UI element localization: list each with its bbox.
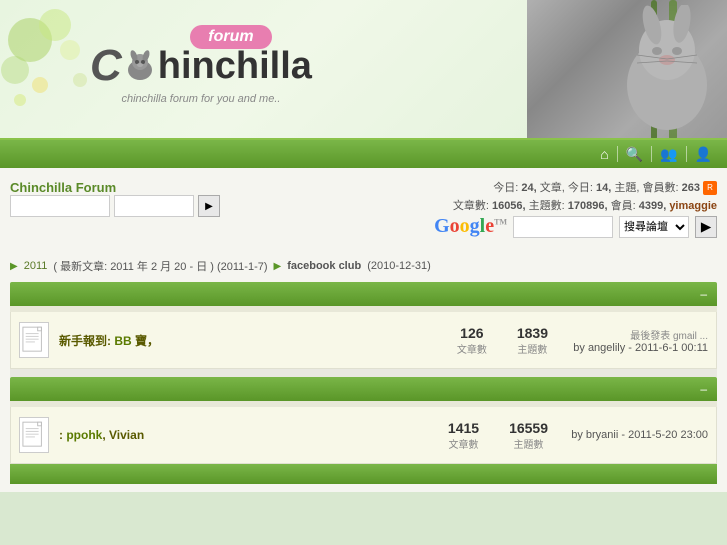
section-dash-2: –	[700, 382, 707, 396]
doc-icon-svg-1	[22, 325, 46, 357]
rss-icon[interactable]: R	[703, 181, 717, 195]
stat-topics-1: 1839 主題數	[517, 325, 548, 356]
doc-icon-svg-2	[22, 420, 46, 452]
stat-posts-num-1: 126	[457, 325, 487, 341]
logo-subtitle: chinchilla forum for you and me..	[121, 93, 280, 105]
section-header-2: –	[10, 377, 717, 401]
stat-topics-num-1: 1839	[517, 325, 548, 341]
section-dash-1: –	[700, 287, 707, 301]
nav-divider-2	[651, 146, 652, 162]
breadcrumb-arrow-2: ▶	[274, 261, 282, 272]
section-spacer	[10, 369, 717, 377]
last-post-info-1: by angelily - 2011-6-1 00:11	[558, 342, 708, 354]
logo-c: C	[90, 41, 122, 91]
search-input-1[interactable]	[10, 195, 110, 217]
last-post-label-1: 最後發表 gmail ...	[558, 327, 708, 342]
stats-area: 今日: 24, 文章, 今日: 14, 主題, 會員數: 263 R 文章數: …	[434, 180, 717, 215]
stats-text-1: 今日: 24, 文章, 今日: 14, 主題, 會員數: 263	[493, 182, 700, 194]
breadcrumb-year-link[interactable]: 2011	[24, 260, 48, 272]
stat-topics-label-1: 主題數	[517, 345, 547, 356]
site-header: forum C hinchilla chinchilla forum for y…	[0, 0, 727, 140]
rabbit-svg	[592, 5, 722, 135]
forum-doc-icon-1	[19, 322, 49, 358]
google-search-input[interactable]	[513, 216, 613, 238]
stat-posts-label-1: 文章數	[457, 345, 487, 356]
last-post-2: by bryanii - 2011-5-20 23:00	[558, 429, 708, 441]
top-bar: Chinchilla Forum ▶ 今日: 24, 文章, 今日: 14, 主…	[10, 176, 717, 246]
stats-and-google: 今日: 24, 文章, 今日: 14, 主題, 會員數: 263 R 文章數: …	[434, 180, 717, 242]
google-search-select[interactable]: 搜尋論壇 搜尋網頁	[619, 216, 689, 238]
nav-divider-3	[686, 146, 687, 162]
logo-chinchilla-icon	[122, 48, 158, 84]
breadcrumb-arrow-1: ▶	[10, 261, 18, 272]
forum-row-1: 新手報到: BB 寶， 126 文章數 1839 主題數 最後發表 gmail …	[10, 312, 717, 369]
section-header-1: –	[10, 282, 717, 306]
forum-stats-1: 126 文章數 1839 主題數	[457, 325, 548, 356]
forum-name-part-1: ppohk	[66, 428, 102, 442]
google-go-button[interactable]: ▶	[695, 216, 717, 238]
forum-name-link-1[interactable]: 新手報到: BB 寶，	[59, 334, 159, 348]
nav-icon-4[interactable]: 👤	[695, 146, 712, 163]
header-rabbit	[527, 0, 727, 140]
forum-doc-icon-2	[19, 417, 49, 453]
stat-topics-num-2: 16559	[509, 420, 548, 436]
last-post-info-2: by bryanii - 2011-5-20 23:00	[558, 429, 708, 441]
stat-topics-label-2: 主題數	[514, 440, 544, 451]
search-button[interactable]: ▶	[198, 195, 220, 217]
forum-title-area: Chinchilla Forum ▶	[10, 180, 220, 223]
forum-info-1: 新手報到: BB 寶，	[59, 332, 447, 349]
forum-badge: forum	[190, 25, 271, 49]
nav-icon-1[interactable]: ⌂	[600, 146, 608, 162]
nav-divider-1	[617, 146, 618, 162]
main-content: Chinchilla Forum ▶ 今日: 24, 文章, 今日: 14, 主…	[0, 168, 727, 492]
bottom-bar	[10, 464, 717, 484]
forum-title-link[interactable]: Chinchilla Forum	[10, 180, 116, 195]
stat-posts-1: 126 文章數	[457, 325, 487, 356]
forum-info-2: : ppohk, Vivian	[59, 428, 438, 442]
site-logo: forum C hinchilla chinchilla forum for y…	[90, 25, 312, 105]
breadcrumb-year-detail: ( 最新文章: 2011 年 2 月 20 - 日 ) (2011-1-7)	[53, 258, 267, 274]
google-logo: GoogleTM	[434, 215, 507, 238]
google-row: GoogleTM 搜尋論壇 搜尋網頁 ▶	[434, 215, 717, 238]
page-wrapper: forum C hinchilla chinchilla forum for y…	[0, 0, 727, 492]
forum-name-link-2[interactable]: : ppohk, Vivian	[59, 428, 144, 442]
online-user-link[interactable]: yimaggie	[669, 200, 717, 212]
forum-stats-2: 1415 文章數 16559 主題數	[448, 420, 548, 451]
search-input-2[interactable]	[114, 195, 194, 217]
stat-posts-label-2: 文章數	[448, 440, 478, 451]
stat-posts-2: 1415 文章數	[448, 420, 479, 451]
breadcrumb-nav: ▶ 2011 ( 最新文章: 2011 年 2 月 20 - 日 ) (2011…	[10, 252, 717, 282]
breadcrumb-section-detail: (2010-12-31)	[367, 260, 431, 272]
forum-row-2: : ppohk, Vivian 1415 文章數 16559 主題數 by br…	[10, 407, 717, 464]
logo-chinchilla-text: hinchilla	[158, 45, 312, 88]
search-row: ▶	[10, 195, 220, 217]
stat-topics-2: 16559 主題數	[509, 420, 548, 451]
stat-posts-num-2: 1415	[448, 420, 479, 436]
rabbit-illustration	[527, 0, 727, 140]
breadcrumb-section: facebook club	[287, 260, 361, 272]
nav-icon-2[interactable]: 🔍	[626, 146, 643, 163]
nav-bar: ⌂ 🔍 👥 👤	[0, 140, 727, 168]
last-post-1: 最後發表 gmail ... by angelily - 2011-6-1 00…	[558, 327, 708, 354]
nav-icon-3[interactable]: 👥	[660, 146, 677, 163]
stats-text-2: 文章數: 16056, 主題數: 170896, 會員: 4399,	[453, 200, 666, 212]
